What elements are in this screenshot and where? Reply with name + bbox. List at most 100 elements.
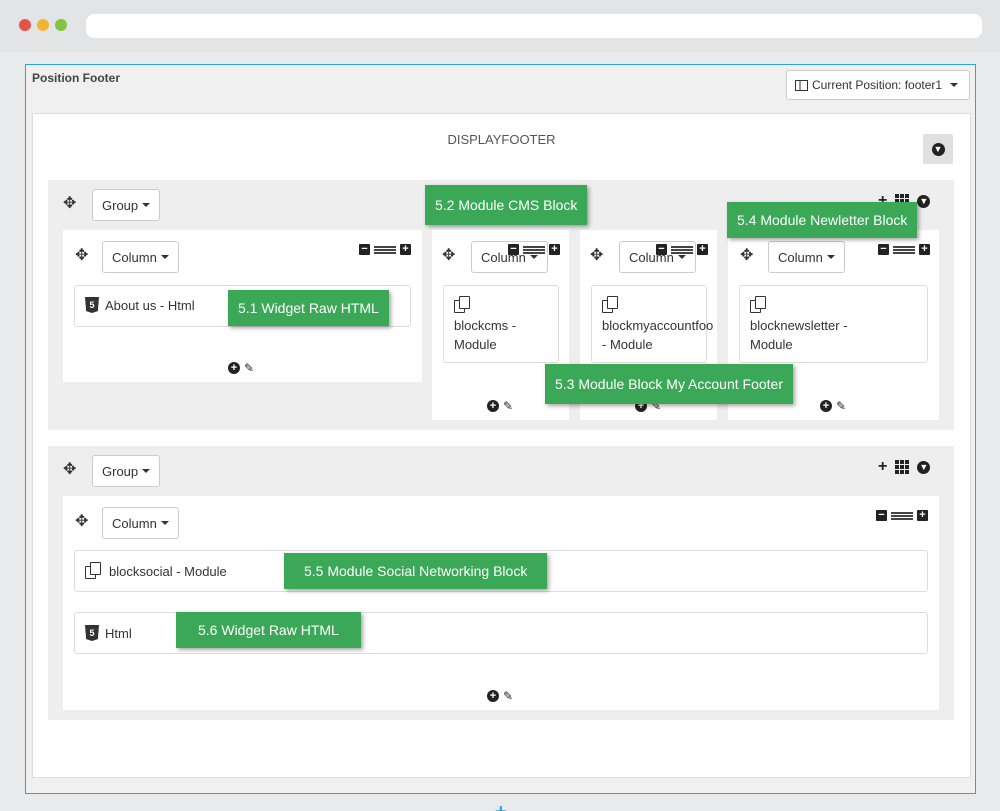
widget-label: Html (105, 625, 132, 641)
plus-icon[interactable]: + (917, 510, 928, 521)
minus-icon[interactable]: − (359, 244, 370, 255)
add-group-button[interactable]: + (495, 802, 507, 811)
widget-label-line2: - Module (602, 337, 653, 352)
move-icon[interactable]: ✥ (63, 196, 76, 212)
lines-icon[interactable] (671, 245, 693, 254)
move-icon[interactable]: ✥ (63, 462, 76, 478)
add-circle-icon[interactable]: + (228, 362, 240, 374)
plus-icon[interactable]: + (919, 244, 930, 255)
module-icon (602, 296, 620, 314)
circle-down-icon: ▼ (931, 142, 945, 156)
module-icon (454, 296, 472, 314)
lines-icon[interactable] (374, 245, 396, 254)
chevron-down-icon (160, 255, 169, 259)
group-dropdown[interactable]: Group (92, 455, 161, 487)
move-icon[interactable]: ✥ (75, 248, 88, 264)
add-circle-icon[interactable]: + (487, 690, 499, 702)
current-position-dropdown[interactable]: Current Position: footer1 (786, 70, 970, 100)
column-tools: − + (508, 244, 560, 255)
panel-title: Position Footer (32, 71, 120, 85)
callout-5-6: 5.6 Widget Raw HTML (176, 612, 361, 648)
column-label: Column (112, 515, 157, 531)
plus-icon[interactable]: + (400, 244, 411, 255)
circle-down-icon[interactable]: ▼ (917, 194, 931, 208)
module-icon (85, 562, 103, 580)
html5-icon: 5 (85, 297, 99, 313)
hook-toggle-button[interactable]: ▼ (923, 134, 953, 164)
widget-blockmyaccountfooter[interactable]: blockmyaccountfoo - Module (591, 285, 713, 363)
columns-icon (795, 79, 808, 91)
group-dropdown[interactable]: Group (92, 189, 161, 221)
address-bar[interactable] (86, 14, 982, 38)
current-position-label: Current Position: footer1 (812, 78, 943, 92)
column-dropdown[interactable]: Column (102, 241, 179, 273)
group-label: Group (102, 463, 139, 479)
callout-5-1: 5.1 Widget Raw HTML (228, 290, 389, 326)
minus-icon[interactable]: − (878, 244, 889, 255)
widget-label-line1: blockcms - (454, 318, 517, 333)
group-tools: + ▼ (878, 459, 931, 475)
plus-icon[interactable]: + (697, 244, 708, 255)
close-window-dot[interactable] (19, 19, 31, 31)
callout-5-3: 5.3 Module Block My Account Footer (545, 364, 793, 404)
callout-5-2: 5.2 Module CMS Block (425, 185, 588, 225)
column-label: Column (112, 249, 157, 265)
column-label: Column (778, 249, 823, 265)
callout-5-5: 5.5 Module Social Networking Block (284, 553, 548, 589)
html5-icon: 5 (85, 625, 99, 641)
chevron-down-icon (142, 469, 151, 473)
column-tools: − + (359, 244, 411, 255)
column-tools: − + (878, 244, 930, 255)
add-circle-icon[interactable]: + (487, 400, 499, 412)
minus-icon[interactable]: − (876, 510, 887, 521)
move-icon[interactable]: ✥ (75, 514, 88, 530)
pencil-icon[interactable]: ✎ (503, 400, 513, 412)
widget-label-line1: blockmyaccountfoo (602, 318, 714, 333)
column-1: ✥ Column − + blocksocial - Module 5 Html +… (63, 496, 939, 710)
callout-5-4: 5.4 Module Newletter Block (727, 202, 918, 238)
circle-down-icon[interactable]: ▼ (917, 460, 931, 474)
pencil-icon[interactable]: ✎ (836, 400, 846, 412)
column-dropdown[interactable]: Column (102, 507, 179, 539)
column-dropdown[interactable]: Column (768, 241, 845, 273)
chevron-down-icon (142, 203, 151, 207)
pencil-icon[interactable]: ✎ (503, 690, 513, 702)
move-icon[interactable]: ✥ (590, 248, 603, 264)
plus-icon[interactable]: + (878, 459, 887, 475)
widget-label-line2: Module (454, 337, 497, 352)
pencil-icon[interactable]: ✎ (244, 362, 254, 374)
move-icon[interactable]: ✥ (740, 248, 753, 264)
chevron-down-icon (826, 255, 835, 259)
chevron-down-icon (529, 255, 538, 259)
lines-icon[interactable] (523, 245, 545, 254)
chevron-down-icon (677, 255, 686, 259)
move-icon[interactable]: ✥ (442, 248, 455, 264)
maximize-window-dot[interactable] (55, 19, 67, 31)
module-icon (750, 296, 768, 314)
minus-icon[interactable]: − (656, 244, 667, 255)
lines-icon[interactable] (891, 511, 913, 520)
column-footer-tools: + ✎ (487, 400, 513, 412)
position-footer-panel: Position Footer Current Position: footer… (25, 64, 976, 811)
widget-label: blocksocial - Module (109, 563, 227, 579)
widget-label-line1: blocknewsletter - (750, 318, 848, 333)
widget-blocknewsletter[interactable]: blocknewsletter - Module (739, 285, 928, 363)
hook-name: DISPLAYFOOTER (447, 132, 556, 147)
chevron-down-icon (950, 83, 959, 87)
widget-blockcms[interactable]: blockcms - Module (443, 285, 559, 363)
lines-icon[interactable] (893, 245, 915, 254)
column-tools: − + (656, 244, 708, 255)
chevron-down-icon (160, 521, 169, 525)
plus-icon[interactable]: + (549, 244, 560, 255)
widget-label-line2: Module (750, 337, 793, 352)
group-label: Group (102, 197, 139, 213)
add-circle-icon[interactable]: + (820, 400, 832, 412)
column-footer-tools: + ✎ (820, 400, 846, 412)
column-footer-tools: + ✎ (228, 362, 254, 374)
browser-chrome (0, 0, 1000, 52)
column-tools: − + (876, 510, 928, 521)
minimize-window-dot[interactable] (37, 19, 49, 31)
minus-icon[interactable]: − (508, 244, 519, 255)
widget-label: About us - Html (105, 297, 195, 313)
grid-icon[interactable] (895, 460, 910, 474)
